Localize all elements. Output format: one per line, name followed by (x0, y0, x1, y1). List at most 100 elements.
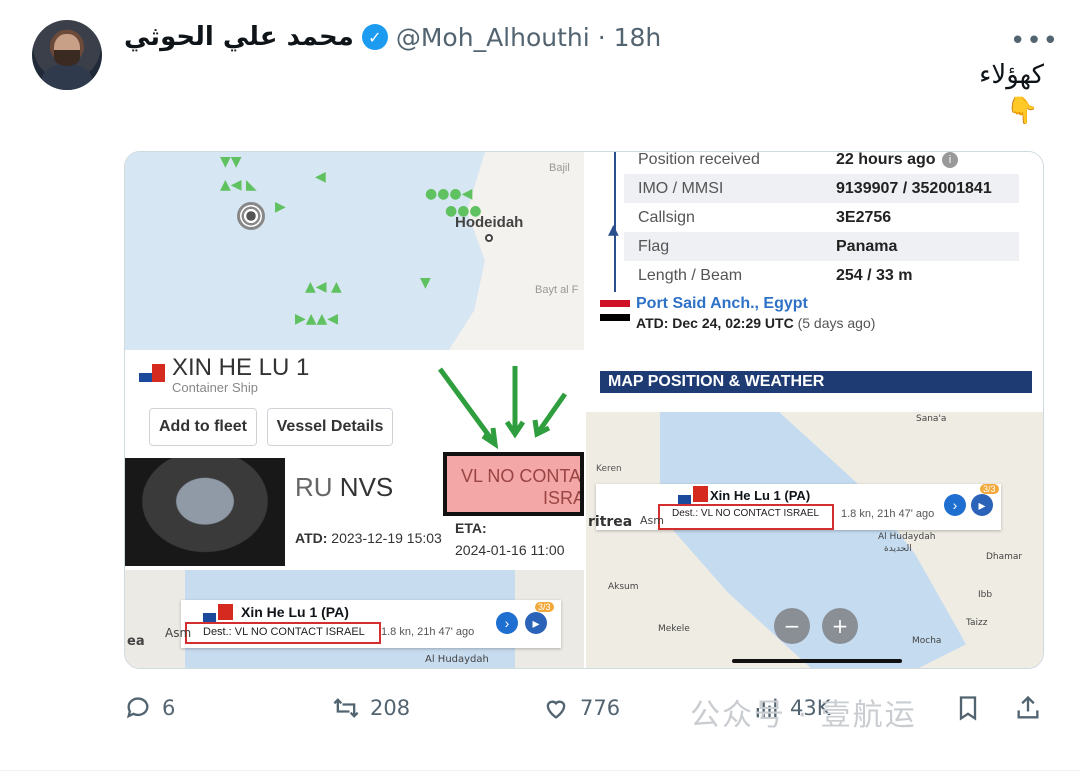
flag-panama-icon (678, 486, 708, 504)
info-row: Flag Panama (624, 232, 1019, 261)
retweet-button[interactable]: 208 (332, 694, 410, 722)
badge-icon[interactable]: ▸ (971, 494, 993, 516)
ship-marker: ▲◀ ◣ (220, 177, 257, 193)
map-label-hodeidah: Hodeidah (455, 214, 524, 231)
left-bottom-map: Xin He Lu 1 (PA) 1.8 kn, 21h 47' ago › ▸… (125, 570, 584, 668)
ship-marker: ▼▼ (220, 154, 242, 170)
map-label-mocha: Mocha (912, 636, 942, 646)
pointing-down-emoji: 👇 (1006, 96, 1039, 126)
map-position-header: MAP POSITION & WEATHER (600, 371, 1032, 393)
dest-text-2: ISRA (543, 488, 584, 508)
ship-marker: ▶ (275, 199, 286, 215)
destination-highlight: VL NO CONTAC ISRA (443, 452, 584, 516)
port-name: RU NVS (295, 472, 393, 503)
row-value: 22 hours ago (836, 152, 936, 168)
vessel-name: XIN HE LU 1 (172, 354, 310, 381)
reply-icon (126, 697, 149, 719)
map-label-taizz: Taizz (966, 618, 988, 628)
left-image[interactable]: ▼▼ ▲◀ ◣ ▶ ●●●◀ ●●● ◀ ▲◀ ▲ ▶▲▲◀ ▼ Hodeida… (125, 152, 584, 668)
share-button[interactable] (1014, 694, 1042, 722)
bridge-photo (125, 458, 285, 566)
badge-count: 3/3 (535, 602, 554, 612)
vessel-type: Container Ship (172, 380, 258, 395)
dest-text-1: VL NO CONTAC (461, 466, 584, 486)
bookmark-button[interactable] (954, 694, 982, 722)
map-label-ibb: Ibb (978, 590, 993, 600)
popup-vessel-name: Xin He Lu 1 (PA) (241, 604, 349, 620)
map-label-dhamar: Dhamar (986, 552, 1023, 562)
verified-badge-icon: ✓ (361, 24, 388, 50)
arrow-right-icon[interactable]: › (944, 494, 966, 516)
left-top-map: ▼▼ ▲◀ ◣ ▶ ●●●◀ ●●● ◀ ▲◀ ▲ ▶▲▲◀ ▼ Hodeida… (125, 152, 584, 350)
ship-marker: ●●●◀ (425, 186, 473, 202)
ship-marker: ◀ (315, 169, 326, 185)
avatar-suit (42, 64, 92, 90)
info-row: Callsign 3E2756 (624, 203, 1019, 232)
vessel-details-button[interactable]: Vessel Details (267, 408, 393, 446)
port-code: RU (295, 472, 333, 502)
share-icon (1017, 695, 1039, 719)
ship-marker: ▼ (420, 275, 431, 291)
info-rows: Position received 22 hours ago i IMO / MMS… (624, 152, 1034, 295)
badge-count: 3/3 (980, 484, 999, 494)
avatar-beard (54, 50, 80, 66)
bookmark-icon (959, 696, 977, 721)
map-city-hudaydah: Al Hudaydah (425, 654, 489, 665)
row-key: Flag (638, 237, 670, 255)
reply-button[interactable]: 6 (124, 694, 175, 722)
info-row: Length / Beam 254 / 33 m (624, 261, 1019, 290)
map-city-ea: ea (127, 634, 145, 649)
atd-text: ATD: Dec 24, 02:29 UTC (636, 315, 794, 331)
badge-icon[interactable]: ▸ (525, 612, 547, 634)
flag-panama-icon (139, 364, 165, 382)
popup-dest: Dest.: VL NO CONTACT ISRAEL (672, 508, 820, 519)
map-label-bajil: Bajil (549, 162, 570, 174)
tweet-media[interactable]: ▼▼ ▲◀ ◣ ▶ ●●●◀ ●●● ◀ ▲◀ ▲ ▶▲▲◀ ▼ Hodeida… (124, 151, 1044, 669)
map-label-sanaa: Sana'a (916, 414, 947, 424)
zoom-out-button[interactable]: − (774, 608, 810, 644)
add-to-fleet-button[interactable]: Add to fleet (149, 408, 257, 446)
author-handle[interactable]: @Moh_Alhouthi (396, 23, 590, 52)
atd-info: ATD: Dec 24, 02:29 UTC (5 days ago) (636, 315, 875, 331)
vessel-info-table: ▲ Position received 22 hours ago i IMO / M… (586, 152, 1043, 412)
atd-value: 2023-12-19 15:03 (331, 530, 442, 546)
green-arrows-icon (437, 366, 568, 450)
row-key: IMO / MMSI (638, 179, 724, 197)
tweet-text: كهؤلاء (979, 60, 1044, 90)
author-avatar[interactable] (32, 20, 102, 90)
tweet-time[interactable]: · 18h (598, 23, 662, 52)
watermark-text: 公众号 · 壹航运 (690, 698, 917, 733)
port-link[interactable]: Port Said Anch., Egypt (636, 295, 808, 313)
vessel-card: XIN HE LU 1 Container Ship Add to fleet … (125, 350, 584, 570)
map-label-bayt: Bayt al F (535, 284, 579, 296)
eta-value: 2024-01-16 11:00 (455, 542, 565, 558)
row-key: Length / Beam (638, 266, 743, 284)
map-label-hudaydah-ar: الحديدة (884, 544, 912, 554)
row-value: 9139907 / 352001841 (836, 179, 992, 197)
map-label-asm: Asm (640, 514, 664, 527)
right-image[interactable]: ▲ Position received 22 hours ago i IMO / M… (586, 152, 1043, 668)
track-arrow-icon: ▲ (608, 222, 619, 238)
popup-speed: 1.8 kn, 21h 47' ago (381, 626, 475, 638)
flag-panama-icon (203, 604, 233, 622)
map-label-keren: Keren (596, 464, 622, 474)
reply-count: 6 (162, 696, 176, 720)
row-value: Panama (836, 237, 898, 255)
like-button[interactable]: 776 (542, 694, 620, 722)
atd-line: ATD: 2023-12-19 15:03 (295, 530, 442, 546)
zoom-in-button[interactable]: + (822, 608, 858, 644)
info-icon[interactable]: i (942, 152, 958, 168)
flag-egypt-icon (600, 300, 630, 321)
author-name[interactable]: محمد علي الحوثي (124, 22, 354, 52)
tweet[interactable]: محمد علي الحوثي ✓ @Moh_Alhouthi · 18h ••… (0, 0, 1080, 771)
row-key: Callsign (638, 208, 695, 226)
like-count: 776 (580, 696, 621, 720)
atd-ago: (5 days ago) (797, 315, 876, 331)
info-row: IMO / MMSI 9139907 / 352001841 (624, 174, 1019, 203)
popup-dest: Dest.: VL NO CONTACT ISRAEL (203, 626, 365, 638)
row-value: 254 / 33 m (836, 266, 913, 284)
more-options-icon[interactable]: ••• (1010, 26, 1059, 56)
hodeidah-dot (485, 234, 493, 242)
arrow-right-icon[interactable]: › (496, 612, 518, 634)
atd-label: ATD: (295, 530, 328, 546)
